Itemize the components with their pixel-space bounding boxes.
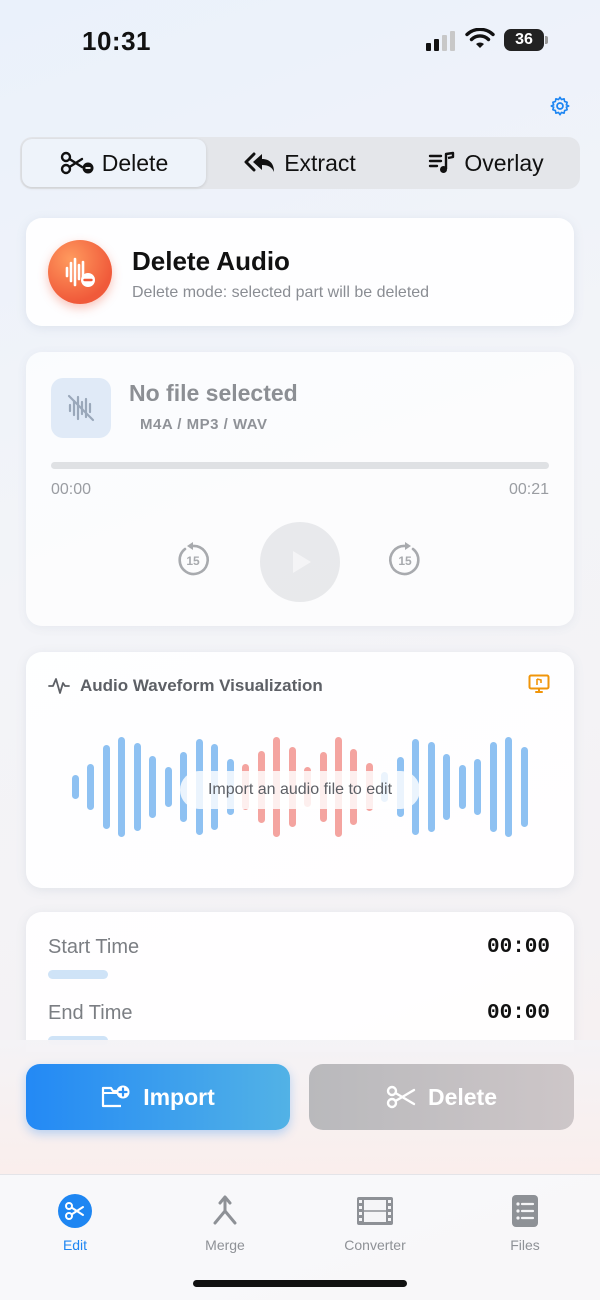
mode-subtitle: Delete mode: selected part will be delet… <box>132 284 430 301</box>
waveform-bar <box>505 737 513 837</box>
files-icon <box>512 1195 538 1227</box>
reply-all-icon <box>244 152 275 172</box>
play-button[interactable] <box>260 522 340 602</box>
skip-forward-15-icon[interactable]: 15 <box>387 542 423 578</box>
mode-card: Delete Audio Delete mode: selected part … <box>26 218 574 326</box>
delete-button-label: Delete <box>427 1083 498 1110</box>
segment-overlay-label: Overlay <box>464 149 544 176</box>
scissors-icon <box>60 151 94 175</box>
display-icon[interactable] <box>528 674 550 694</box>
wifi-icon <box>465 28 495 48</box>
segment-delete-label: Delete <box>101 149 169 176</box>
segment-extract[interactable]: Extract <box>208 139 392 187</box>
waveform-card: Audio Waveform Visualization Import an a… <box>26 652 574 888</box>
tab-edit[interactable]: Edit <box>25 1193 125 1253</box>
folder-add-icon <box>102 1085 130 1108</box>
file-title: No file selected <box>129 380 298 406</box>
tab-files[interactable]: Files <box>475 1193 575 1253</box>
end-time-value: 00:00 <box>486 1002 550 1025</box>
waveform-bar <box>149 756 157 818</box>
merge-icon <box>213 1195 237 1225</box>
waveform-title: Audio Waveform Visualization <box>80 676 323 695</box>
mode-title: Delete Audio <box>132 246 290 276</box>
waveform-bar <box>118 737 126 837</box>
gear-icon[interactable] <box>549 95 571 117</box>
waveform-icon <box>48 678 70 694</box>
playback-time-start: 00:00 <box>51 481 92 498</box>
waveform-bar <box>164 767 172 807</box>
waveform-bar <box>87 764 95 810</box>
import-button-label: Import <box>143 1083 215 1110</box>
start-time-label: Start Time <box>48 936 140 958</box>
play-icon <box>293 551 311 573</box>
segment-delete[interactable]: Delete <box>22 139 206 187</box>
tab-edit-label: Edit <box>62 1237 88 1253</box>
waveform-bar <box>102 745 110 829</box>
playback-time-end: 00:21 <box>508 481 549 498</box>
waveform-bar <box>474 759 482 815</box>
playback-progress[interactable] <box>51 462 549 469</box>
status-bar: 10:31 36 <box>0 0 600 80</box>
home-indicator <box>193 1280 407 1287</box>
film-icon <box>357 1197 393 1225</box>
skip-back-label: 15 <box>186 554 200 568</box>
start-time-value: 00:00 <box>486 936 550 959</box>
battery-tip <box>545 36 548 44</box>
waveform-bar <box>443 754 451 820</box>
battery-indicator: 36 <box>504 29 544 51</box>
time-range-card: Start Time 00:00 End Time 00:00 <box>26 912 574 1052</box>
audio-remove-icon <box>48 240 112 304</box>
waveform-bar <box>489 742 497 832</box>
delete-button[interactable]: Delete <box>309 1064 574 1130</box>
skip-forward-label: 15 <box>398 554 412 568</box>
segment-extract-label: Extract <box>284 149 356 176</box>
import-button[interactable]: Import <box>26 1064 290 1130</box>
skip-back-15-icon[interactable]: 15 <box>175 542 211 578</box>
tab-files-label: Files <box>510 1237 540 1253</box>
no-audio-icon <box>51 378 111 438</box>
scissors-icon <box>386 1085 416 1109</box>
mode-segmented-control: Delete Extract Overlay <box>20 137 580 189</box>
tab-converter-label: Converter <box>344 1237 406 1253</box>
tab-converter[interactable]: Converter <box>325 1193 425 1253</box>
tab-merge[interactable]: Merge <box>175 1193 275 1253</box>
waveform-bar <box>72 775 79 799</box>
waveform-placeholder: Import an audio file to edit <box>180 771 420 809</box>
waveform-bar <box>458 765 466 809</box>
waveform-bar <box>427 742 435 832</box>
waveform-bar <box>520 747 528 827</box>
player-card: No file selected M4A / MP3 / WAV 00:00 0… <box>26 352 574 626</box>
waveform-bar <box>133 743 141 831</box>
music-list-icon <box>429 151 455 173</box>
segment-overlay[interactable]: Overlay <box>394 139 578 187</box>
cellular-signal-icon <box>426 31 455 51</box>
tab-merge-label: Merge <box>205 1237 245 1253</box>
scissors-icon <box>58 1194 92 1228</box>
file-formats: M4A / MP3 / WAV <box>140 416 268 433</box>
end-time-label: End Time <box>48 1002 133 1024</box>
start-time-slider[interactable] <box>48 970 108 979</box>
status-time: 10:31 <box>82 26 151 56</box>
